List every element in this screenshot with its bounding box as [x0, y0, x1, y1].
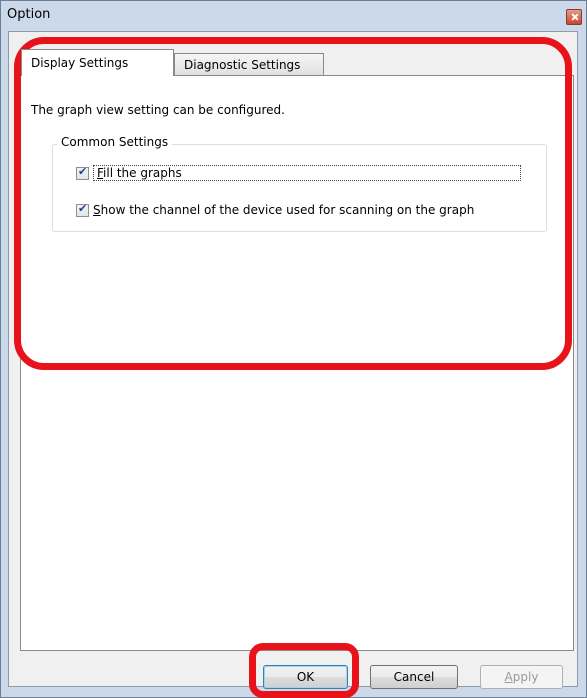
show-channel-checkbox[interactable] — [76, 202, 89, 217]
tab-diagnostic-settings[interactable]: Diagnostic Settings — [174, 53, 324, 75]
tab-diagnostic-settings-label: Diagnostic Settings — [184, 58, 301, 72]
fill-graphs-label-rest: ill the graphs — [103, 166, 182, 180]
apply-mnemonic: A — [504, 670, 513, 684]
title-bar[interactable]: Option — [1, 1, 586, 31]
show-channel-mnemonic: S — [93, 203, 101, 217]
show-channel-label-rest: how the channel of the device used for s… — [100, 203, 475, 217]
apply-button[interactable]: Apply — [480, 665, 563, 689]
fill-graphs-option[interactable]: Fill the graphs — [76, 165, 521, 181]
ok-button[interactable]: OK — [263, 665, 348, 689]
panel-description: The graph view setting can be configured… — [31, 103, 285, 117]
tab-display-settings[interactable]: Display Settings — [21, 49, 174, 76]
apply-label-rest: pply — [512, 670, 539, 684]
show-channel-option[interactable]: Show the channel of the device used for … — [76, 202, 474, 217]
fill-graphs-label: Fill the graphs — [93, 165, 521, 181]
tab-display-settings-label: Display Settings — [31, 56, 129, 70]
window-title: Option — [7, 7, 51, 22]
close-icon[interactable] — [566, 9, 582, 25]
common-settings-title: Common Settings — [57, 135, 173, 149]
fill-graphs-checkbox[interactable] — [76, 165, 89, 180]
tab-strip: Display Settings Diagnostic Settings — [16, 49, 576, 76]
cancel-button[interactable]: Cancel — [370, 665, 458, 689]
show-channel-label: Show the channel of the device used for … — [93, 203, 474, 217]
common-settings-group — [52, 144, 547, 232]
